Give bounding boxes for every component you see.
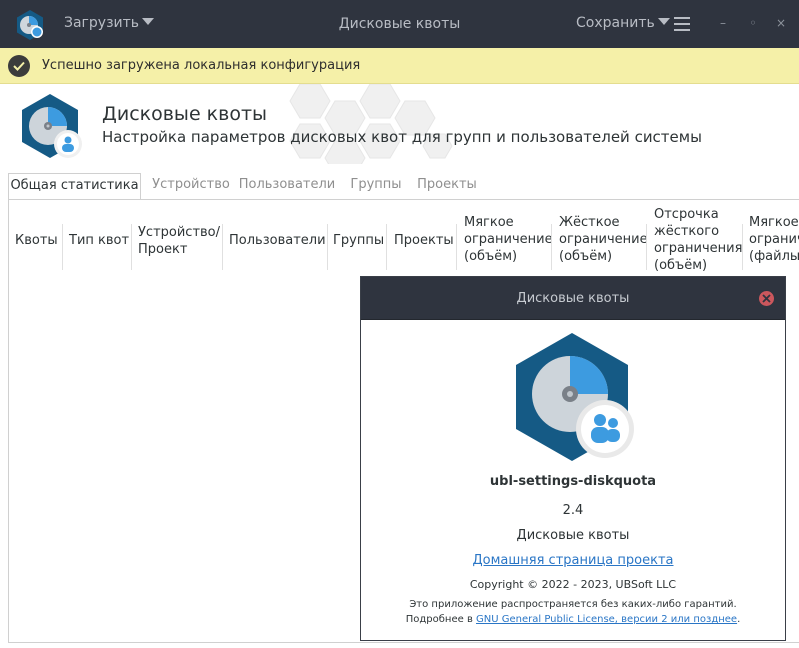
minimize-button[interactable]: –	[714, 14, 732, 32]
column-header-quotas[interactable]: Квоты	[15, 232, 58, 249]
about-dialog-title: Дисковые квоты	[516, 291, 630, 306]
column-header-soft-limit-files[interactable]: Мягкое ограничение (файлы)	[749, 214, 799, 265]
table-header: Квоты Тип квот Устройство/ Проект Пользо…	[9, 206, 799, 278]
column-header-quota-type[interactable]: Тип квот	[69, 232, 129, 249]
save-menu-button[interactable]: Сохранить	[576, 15, 670, 31]
diskquota-logo-icon	[22, 94, 82, 158]
window-titlebar: Загрузить Дисковые квоты Сохранить – ◦ ×	[0, 0, 799, 48]
banner-message: Успешно загружена локальная конфигурация	[42, 58, 361, 73]
header-subtitle: Настройка параметров дисковых квот для г…	[102, 128, 702, 146]
column-header-hard-limit-grace-size[interactable]: Отсрочка жёсткого ограничения (объём)	[654, 206, 742, 274]
app-header: Дисковые квоты Настройка параметров диск…	[0, 84, 799, 172]
about-license-prefix: Подробнее в	[405, 614, 477, 625]
load-menu-label: Загрузить	[64, 15, 140, 31]
tab-users[interactable]: Пользователи	[237, 173, 337, 199]
column-header-users[interactable]: Пользователи	[229, 232, 326, 249]
about-license-link[interactable]: GNU General Public License, версии 2 или…	[476, 614, 737, 625]
about-description: Дисковые квоты	[516, 528, 630, 543]
column-header-soft-limit-size[interactable]: Мягкое ограничение (объём)	[464, 214, 553, 265]
close-window-button[interactable]: ×	[772, 14, 790, 32]
tab-projects[interactable]: Проекты	[414, 173, 480, 199]
about-copyright: Copyright © 2022 - 2023, UBSoft LLC	[469, 578, 677, 591]
load-menu-button[interactable]: Загрузить	[64, 15, 155, 31]
chevron-down-icon	[657, 18, 670, 25]
tab-general-statistics[interactable]: Общая статистика	[8, 173, 141, 200]
column-header-groups[interactable]: Группы	[333, 232, 384, 249]
column-header-device-project[interactable]: Устройство/ Проект	[138, 224, 220, 258]
about-warranty-text: Это приложение распространяется без каки…	[409, 599, 737, 610]
tab-groups[interactable]: Группы	[347, 173, 405, 199]
about-program-name: ubl-settings-diskquota	[489, 474, 657, 489]
diskquota-logo-icon	[17, 10, 43, 40]
tab-bar: Общая статистика Устройство Пользователи…	[8, 173, 799, 200]
chevron-down-icon	[142, 18, 155, 25]
maximize-button[interactable]: ◦	[744, 14, 762, 32]
about-license-suffix: .	[737, 614, 741, 625]
hexagon-pattern-decoration	[289, 84, 453, 164]
about-dialog-titlebar: Дисковые квоты	[361, 277, 785, 320]
save-menu-label: Сохранить	[576, 15, 655, 31]
check-circle-icon	[8, 55, 30, 77]
header-title: Дисковые квоты	[102, 103, 268, 125]
column-header-hard-limit-size[interactable]: Жёсткое ограничение (объём)	[559, 214, 648, 265]
diskquota-logo-icon	[516, 333, 634, 461]
about-dialog: Дисковые квоты ubl-settings-diskquota 2.…	[360, 276, 786, 641]
info-banner: Успешно загружена локальная конфигурация	[0, 48, 799, 84]
hamburger-menu-icon[interactable]	[674, 17, 690, 31]
about-license-line: Подробнее в GNU General Public License, …	[361, 614, 785, 625]
column-header-projects[interactable]: Проекты	[394, 232, 454, 249]
tab-device[interactable]: Устройство	[147, 173, 235, 199]
about-version: 2.4	[562, 503, 584, 518]
about-website-link[interactable]: Домашняя страница проекта	[361, 553, 785, 568]
close-icon[interactable]	[759, 291, 774, 306]
